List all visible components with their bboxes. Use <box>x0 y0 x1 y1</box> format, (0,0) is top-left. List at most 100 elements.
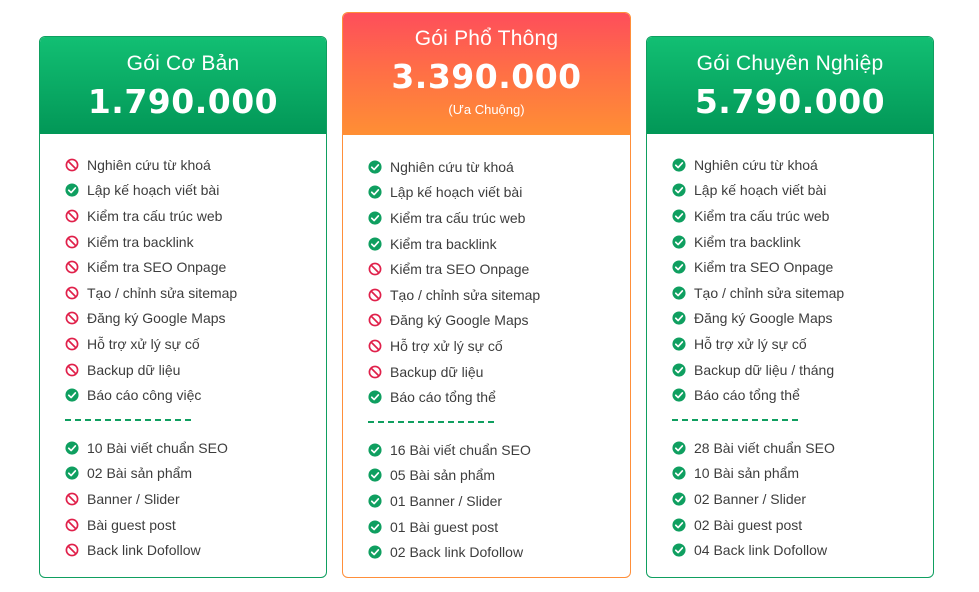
check-circle-icon <box>672 517 686 532</box>
item-label: 10 Bài viết chuẩn SEO <box>87 439 228 456</box>
list-item: Đăng ký Google Maps <box>65 306 326 332</box>
item-label: 10 Bài sản phẩm <box>694 465 800 482</box>
list-item: 02 Banner / Slider <box>672 486 933 512</box>
check-circle-icon <box>368 185 382 199</box>
item-label: Lập kế hoạch viết bài <box>694 182 827 199</box>
item-label: Kiểm tra SEO Onpage <box>694 259 834 276</box>
deliverable-list: 28 Bài viết chuẩn SEO 10 Bài sản phẩm 02 B… <box>672 435 933 563</box>
prohibited-icon <box>368 313 382 327</box>
dashed-divider <box>672 418 798 421</box>
prohibited-icon <box>65 492 79 506</box>
item-label: Báo cáo công việc <box>87 387 202 404</box>
list-item: Kiểm tra backlink <box>368 231 630 257</box>
list-item: 05 Bài sản phẩm <box>368 463 630 489</box>
list-item: Hỗ trợ xử lý sự cố <box>672 331 933 357</box>
dashed-divider <box>368 420 494 423</box>
list-item: Kiểm tra backlink <box>65 229 326 255</box>
list-item: Bài guest post <box>65 512 326 538</box>
item-label: Kiểm tra backlink <box>694 233 801 250</box>
feature-list: Nghiên cứu từ khoá Lập kế hoạch viết bài K… <box>65 152 326 408</box>
item-label: Lập kế hoạch viết bài <box>390 184 523 201</box>
item-label: Backup dữ liệu / tháng <box>694 361 835 378</box>
list-item: Kiểm tra cấu trúc web <box>65 203 326 229</box>
check-circle-icon <box>368 468 382 482</box>
item-label: Đăng ký Google Maps <box>87 310 226 327</box>
check-circle-icon <box>672 337 686 351</box>
item-label: Kiểm tra cấu trúc web <box>390 209 526 226</box>
item-label: 01 Banner / Slider <box>390 492 503 509</box>
check-circle-icon <box>368 211 382 225</box>
prohibited-icon <box>65 337 79 351</box>
item-label: Lập kế hoạch viết bài <box>87 182 220 199</box>
item-label: Hỗ trợ xử lý sự cố <box>390 337 503 354</box>
list-item: 02 Bài sản phẩm <box>65 461 326 487</box>
check-circle-icon <box>672 235 686 249</box>
prohibited-icon <box>368 262 382 276</box>
check-circle-icon <box>368 443 382 457</box>
list-item: Tạo / chỉnh sửa sitemap <box>368 282 630 308</box>
list-item: Banner / Slider <box>65 486 326 512</box>
item-label: Nghiên cứu từ khoá <box>87 156 211 173</box>
popular-note: (Ưa Chuộng) <box>448 102 525 117</box>
item-label: Kiểm tra SEO Onpage <box>390 261 530 278</box>
item-label: Kiểm tra cấu trúc web <box>87 207 223 224</box>
pricing-card-standard: Gói Phổ Thông 3.390.000 (Ưa Chuộng) Nghi… <box>342 12 631 578</box>
prohibited-icon <box>65 518 79 532</box>
check-circle-icon <box>672 388 686 402</box>
item-label: Back link Dofollow <box>87 542 201 559</box>
check-circle-icon <box>65 388 79 402</box>
card-body: Nghiên cứu từ khoá Lập kế hoạch viết bài K… <box>647 134 933 563</box>
plan-price: 5.790.000 <box>694 82 886 121</box>
list-item: Đăng ký Google Maps <box>672 306 933 332</box>
check-circle-icon <box>368 545 382 559</box>
item-label: Nghiên cứu từ khoá <box>390 158 514 175</box>
prohibited-icon <box>65 158 79 172</box>
card-header: Gói Chuyên Nghiệp 5.790.000 <box>647 37 933 134</box>
plan-name: Gói Chuyên Nghiệp <box>696 52 884 75</box>
list-item: Backup dữ liệu <box>65 357 326 383</box>
item-label: Kiểm tra cấu trúc web <box>694 207 830 224</box>
list-item: Báo cáo tổng thể <box>672 382 933 408</box>
check-circle-icon <box>672 492 686 506</box>
card-header: Gói Phổ Thông 3.390.000 (Ưa Chuộng) <box>343 13 630 135</box>
prohibited-icon <box>65 311 79 325</box>
list-item: Nghiên cứu từ khoá <box>368 154 630 180</box>
prohibited-icon <box>368 288 382 302</box>
card-body: Nghiên cứu từ khoá Lập kế hoạch viết bài K… <box>343 135 630 565</box>
list-item: Kiểm tra backlink <box>672 229 933 255</box>
item-label: 04 Back link Dofollow <box>694 542 828 559</box>
prohibited-icon <box>65 286 79 300</box>
list-item: 04 Back link Dofollow <box>672 537 933 563</box>
pricing-card-basic: Gói Cơ Bản 1.790.000 Nghiên cứu từ khoá L… <box>39 36 327 578</box>
deliverable-list: 16 Bài viết chuẩn SEO 05 Bài sản phẩm 01 B… <box>368 437 630 565</box>
item-label: Kiểm tra backlink <box>390 235 497 252</box>
item-label: Nghiên cứu từ khoá <box>694 156 818 173</box>
check-circle-icon <box>672 209 686 223</box>
list-item: Kiểm tra cấu trúc web <box>368 205 630 231</box>
prohibited-icon <box>368 365 382 379</box>
check-circle-icon <box>672 286 686 300</box>
list-item: Kiểm tra SEO Onpage <box>65 254 326 280</box>
dashed-divider <box>65 418 191 421</box>
list-item: 28 Bài viết chuẩn SEO <box>672 435 933 461</box>
plan-name: Gói Cơ Bản <box>126 52 240 75</box>
check-circle-icon <box>672 543 686 557</box>
check-circle-icon <box>65 441 79 455</box>
plan-price: 1.790.000 <box>87 82 279 121</box>
list-item: Backup dữ liệu / tháng <box>672 357 933 383</box>
list-item: Nghiên cứu từ khoá <box>672 152 933 178</box>
prohibited-icon <box>65 363 79 377</box>
prohibited-icon <box>65 543 79 557</box>
plan-price: 3.390.000 <box>391 57 582 96</box>
feature-list: Nghiên cứu từ khoá Lập kế hoạch viết bài K… <box>672 152 933 408</box>
list-item: 16 Bài viết chuẩn SEO <box>368 437 630 463</box>
list-item: Hỗ trợ xử lý sự cố <box>368 333 630 359</box>
prohibited-icon <box>368 339 382 353</box>
list-item: 10 Bài sản phẩm <box>672 461 933 487</box>
item-label: 05 Bài sản phẩm <box>390 467 496 484</box>
list-item: Tạo / chỉnh sửa sitemap <box>672 280 933 306</box>
item-label: Tạo / chỉnh sửa sitemap <box>694 284 845 301</box>
item-label: Hỗ trợ xử lý sự cố <box>87 335 200 352</box>
prohibited-icon <box>65 260 79 274</box>
list-item: 02 Back link Dofollow <box>368 539 630 565</box>
